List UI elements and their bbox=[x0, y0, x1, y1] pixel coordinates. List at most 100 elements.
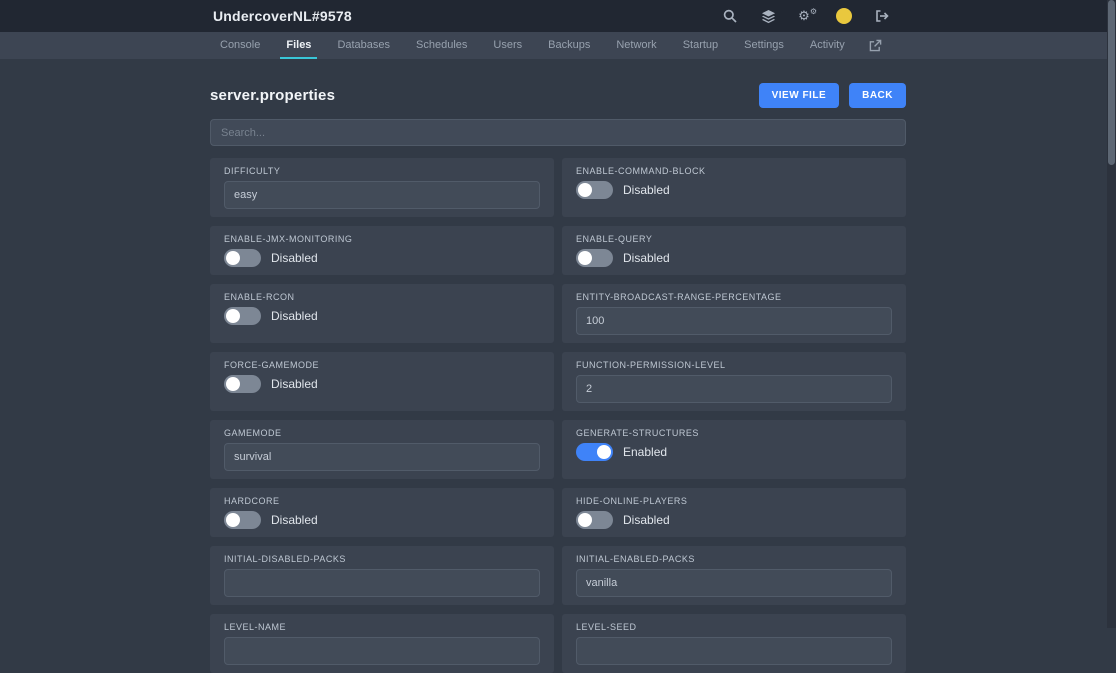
toggle-knob bbox=[226, 251, 240, 265]
setting-card-function-permission-level: FUNCTION-PERMISSION-LEVEL bbox=[562, 352, 906, 411]
setting-toggle-enable-command-block[interactable] bbox=[576, 181, 613, 199]
setting-card-generate-structures: GENERATE-STRUCTURES Enabled bbox=[562, 420, 906, 479]
nav-tabs: Console Files Databases Schedules Users Backu… bbox=[210, 32, 906, 59]
toggle-row: Disabled bbox=[224, 511, 540, 529]
toggle-row: Disabled bbox=[576, 181, 892, 199]
tab-files[interactable]: Files bbox=[280, 32, 317, 59]
toggle-row: Disabled bbox=[224, 249, 540, 267]
toggle-state-label: Disabled bbox=[271, 513, 318, 527]
avatar[interactable] bbox=[836, 8, 852, 24]
setting-card-enable-command-block: ENABLE-COMMAND-BLOCK Disabled bbox=[562, 158, 906, 217]
server-title: UndercoverNL#9578 bbox=[0, 8, 352, 24]
setting-card-enable-rcon: ENABLE-RCON Disabled bbox=[210, 284, 554, 343]
search-input[interactable] bbox=[210, 119, 906, 146]
toggle-row: Enabled bbox=[576, 443, 892, 461]
logout-icon[interactable] bbox=[874, 8, 890, 24]
setting-card-gamemode: GAMEMODE bbox=[210, 420, 554, 479]
setting-card-initial-enabled-packs: INITIAL-ENABLED-PACKS bbox=[562, 546, 906, 605]
tab-databases[interactable]: Databases bbox=[331, 32, 396, 59]
setting-toggle-enable-jmx-monitoring[interactable] bbox=[224, 249, 261, 267]
setting-label: ENTITY-BROADCAST-RANGE-PERCENTAGE bbox=[576, 292, 892, 302]
setting-card-hide-online-players: HIDE-ONLINE-PLAYERS Disabled bbox=[562, 488, 906, 537]
setting-card-entity-broadcast-range-percentage: ENTITY-BROADCAST-RANGE-PERCENTAGE bbox=[562, 284, 906, 343]
setting-label: GAMEMODE bbox=[224, 428, 540, 438]
settings-grid: DIFFICULTYENABLE-COMMAND-BLOCKDisabledEN… bbox=[210, 158, 906, 673]
setting-input-entity-broadcast-range-percentage[interactable] bbox=[576, 307, 892, 335]
setting-input-difficulty[interactable] bbox=[224, 181, 540, 209]
topbar-icons: ⚙ ⚙ bbox=[722, 0, 890, 32]
toggle-knob bbox=[578, 513, 592, 527]
toggle-knob bbox=[578, 183, 592, 197]
layers-icon[interactable] bbox=[760, 8, 776, 24]
tab-console[interactable]: Console bbox=[214, 32, 266, 59]
tab-backups[interactable]: Backups bbox=[542, 32, 596, 59]
setting-card-enable-jmx-monitoring: ENABLE-JMX-MONITORING Disabled bbox=[210, 226, 554, 275]
toggle-knob bbox=[597, 445, 611, 459]
setting-input-gamemode[interactable] bbox=[224, 443, 540, 471]
setting-input-level-seed[interactable] bbox=[576, 637, 892, 665]
toggle-state-label: Disabled bbox=[623, 513, 670, 527]
setting-input-initial-disabled-packs[interactable] bbox=[224, 569, 540, 597]
setting-toggle-enable-query[interactable] bbox=[576, 249, 613, 267]
setting-label: ENABLE-COMMAND-BLOCK bbox=[576, 166, 892, 176]
toggle-state-label: Disabled bbox=[271, 251, 318, 265]
main-content: server.properties VIEW FILE BACK DIFFICU… bbox=[210, 59, 906, 673]
setting-card-level-name: LEVEL-NAME bbox=[210, 614, 554, 673]
toggle-state-label: Disabled bbox=[271, 377, 318, 391]
setting-input-level-name[interactable] bbox=[224, 637, 540, 665]
setting-card-hardcore: HARDCORE Disabled bbox=[210, 488, 554, 537]
toggle-knob bbox=[226, 513, 240, 527]
search-icon[interactable] bbox=[722, 8, 738, 24]
toggle-knob bbox=[226, 309, 240, 323]
setting-label: ENABLE-QUERY bbox=[576, 234, 892, 244]
external-edit-icon[interactable] bbox=[865, 32, 886, 59]
topbar: UndercoverNL#9578 ⚙ ⚙ bbox=[0, 0, 1116, 32]
view-file-button[interactable]: VIEW FILE bbox=[759, 83, 840, 108]
setting-toggle-generate-structures[interactable] bbox=[576, 443, 613, 461]
setting-label: DIFFICULTY bbox=[224, 166, 540, 176]
tab-schedules[interactable]: Schedules bbox=[410, 32, 473, 59]
toggle-state-label: Disabled bbox=[623, 251, 670, 265]
back-button[interactable]: BACK bbox=[849, 83, 906, 108]
gears-icon[interactable]: ⚙ ⚙ bbox=[798, 8, 814, 24]
tab-settings[interactable]: Settings bbox=[738, 32, 790, 59]
scrollbar-track[interactable] bbox=[1107, 0, 1116, 628]
setting-label: HARDCORE bbox=[224, 496, 540, 506]
toggle-row: Disabled bbox=[576, 511, 892, 529]
setting-label: ENABLE-JMX-MONITORING bbox=[224, 234, 540, 244]
setting-label: FORCE-GAMEMODE bbox=[224, 360, 540, 370]
setting-card-difficulty: DIFFICULTY bbox=[210, 158, 554, 217]
page-title: server.properties bbox=[210, 87, 335, 104]
setting-label: LEVEL-NAME bbox=[224, 622, 540, 632]
setting-card-initial-disabled-packs: INITIAL-DISABLED-PACKS bbox=[210, 546, 554, 605]
setting-label: ENABLE-RCON bbox=[224, 292, 540, 302]
setting-label: HIDE-ONLINE-PLAYERS bbox=[576, 496, 892, 506]
toggle-state-label: Disabled bbox=[271, 309, 318, 323]
setting-card-force-gamemode: FORCE-GAMEMODE Disabled bbox=[210, 352, 554, 411]
navbar: Console Files Databases Schedules Users Backu… bbox=[0, 32, 1116, 59]
tab-activity[interactable]: Activity bbox=[804, 32, 851, 59]
tab-network[interactable]: Network bbox=[610, 32, 662, 59]
setting-label: INITIAL-ENABLED-PACKS bbox=[576, 554, 892, 564]
setting-card-enable-query: ENABLE-QUERY Disabled bbox=[562, 226, 906, 275]
toggle-row: Disabled bbox=[576, 249, 892, 267]
toggle-row: Disabled bbox=[224, 375, 540, 393]
scrollbar-thumb[interactable] bbox=[1108, 0, 1115, 165]
toggle-knob bbox=[578, 251, 592, 265]
tab-users[interactable]: Users bbox=[487, 32, 528, 59]
toggle-knob bbox=[226, 377, 240, 391]
setting-toggle-enable-rcon[interactable] bbox=[224, 307, 261, 325]
page-header: server.properties VIEW FILE BACK bbox=[210, 83, 906, 108]
setting-label: FUNCTION-PERMISSION-LEVEL bbox=[576, 360, 892, 370]
setting-label: GENERATE-STRUCTURES bbox=[576, 428, 892, 438]
toggle-row: Disabled bbox=[224, 307, 540, 325]
setting-input-function-permission-level[interactable] bbox=[576, 375, 892, 403]
setting-toggle-hide-online-players[interactable] bbox=[576, 511, 613, 529]
setting-label: LEVEL-SEED bbox=[576, 622, 892, 632]
tab-startup[interactable]: Startup bbox=[677, 32, 724, 59]
setting-input-initial-enabled-packs[interactable] bbox=[576, 569, 892, 597]
setting-label: INITIAL-DISABLED-PACKS bbox=[224, 554, 540, 564]
setting-toggle-hardcore[interactable] bbox=[224, 511, 261, 529]
toggle-state-label: Disabled bbox=[623, 183, 670, 197]
setting-toggle-force-gamemode[interactable] bbox=[224, 375, 261, 393]
